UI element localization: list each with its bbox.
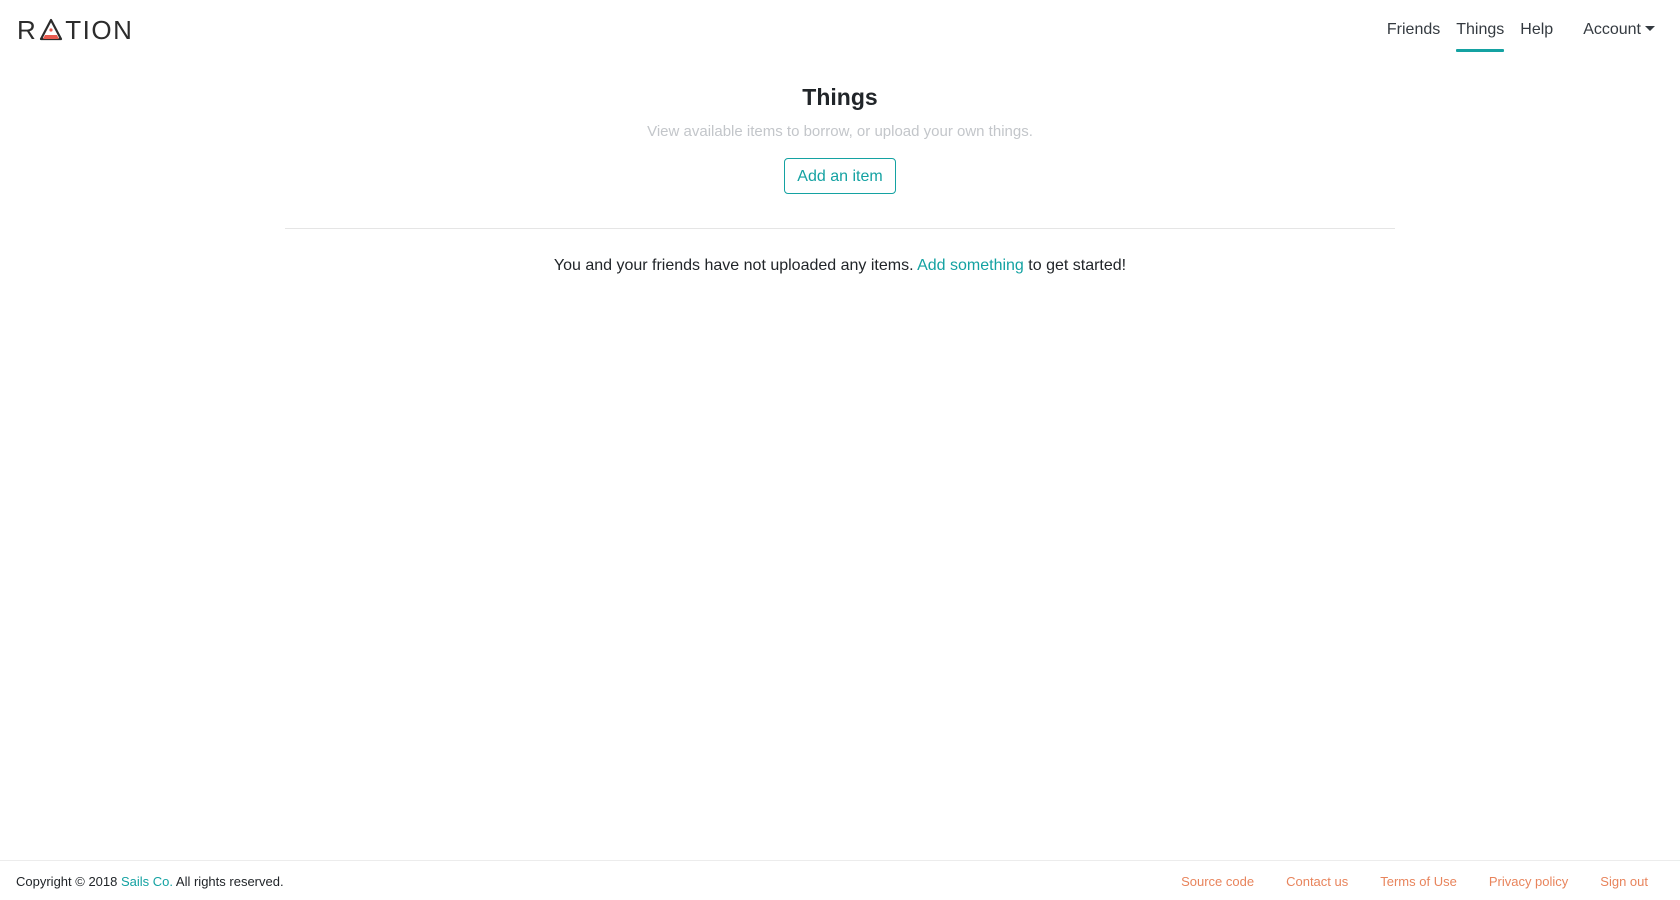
add-something-link[interactable]: Add something [917,257,1024,274]
main-content: Things View available items to borrow, o… [0,60,1680,291]
logo-text-end: TION [65,14,134,45]
pizza-slice-icon [40,18,63,41]
empty-message-text: You and your friends have not uploaded a… [553,257,914,274]
nav-account-label: Account [1583,21,1641,38]
copyright-text: Copyright © 2018 [16,874,118,889]
sign-out-link[interactable]: Sign out [1600,874,1648,889]
nav-things[interactable]: Things [1448,0,1512,60]
add-item-button[interactable]: Add an item [784,158,896,194]
ration-logo[interactable]: R TION [17,14,133,46]
nav-help[interactable]: Help [1512,0,1561,60]
nav-account-dropdown[interactable]: Account [1575,0,1655,60]
footer: Copyright © 2018 Sails Co. All rights re… [0,860,1680,900]
footer-links: Source code Contact us Terms of Use Priv… [1149,874,1648,889]
main-nav: Friends Things Help Account [1379,0,1655,60]
nav-friends[interactable]: Friends [1379,0,1448,60]
copyright-suffix: All rights reserved. [175,874,284,889]
page: R TION Friends Things Help Account Thing… [0,0,1680,900]
empty-message-suffix: to get started! [1028,257,1127,274]
page-subtitle: View available items to borrow, or uploa… [647,123,1033,140]
privacy-policy-link[interactable]: Privacy policy [1489,874,1568,889]
source-code-link[interactable]: Source code [1181,874,1254,889]
caret-down-icon [1645,26,1655,31]
logo-text-start: R [17,14,38,45]
sails-co-link[interactable]: Sails Co. [121,874,173,889]
top-navbar: R TION Friends Things Help Account [0,0,1680,60]
contact-us-link[interactable]: Contact us [1286,874,1348,889]
section-divider [285,228,1395,229]
copyright: Copyright © 2018 Sails Co. All rights re… [16,874,284,889]
terms-of-use-link[interactable]: Terms of Use [1380,874,1457,889]
page-title: Things [802,84,878,110]
empty-state-message: You and your friends have not uploaded a… [0,257,1680,275]
